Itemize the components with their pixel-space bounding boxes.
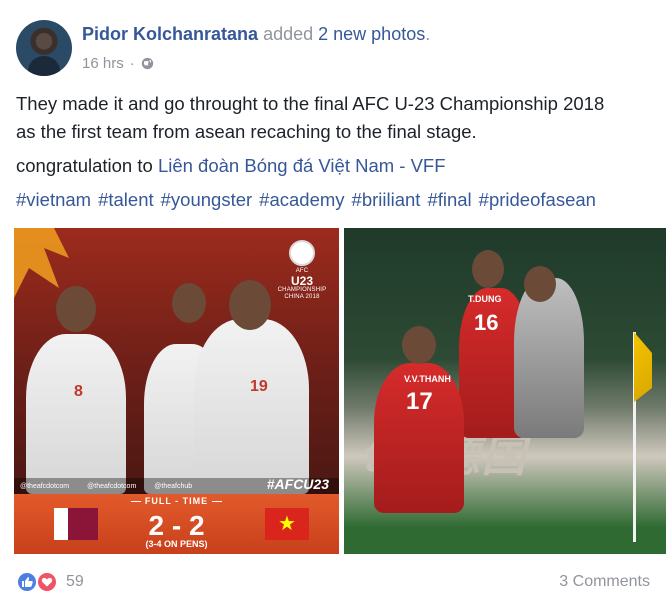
hashtag-list: #vietnam #talent #youngster #academy #br… [16, 186, 596, 214]
post-action: added 2 new photos. [263, 24, 430, 44]
photo-celebration-red[interactable]: tai 德国 T.DUNG 16 V.V.THANH 17 [344, 228, 666, 554]
afcu23-hashtag: #AFCU23 [266, 476, 329, 492]
hashtag-link[interactable]: #vietnam [16, 186, 91, 214]
goalkeeper [514, 278, 584, 438]
china-2018-text: CHINA 2018 [284, 294, 320, 300]
goalkeeper-head [524, 266, 556, 302]
comments-count-link[interactable]: 3 Comments [559, 573, 650, 591]
score-strip: FULL - TIME 2 - 2 (3-4 ON PENS) ★ [14, 494, 339, 554]
hashtag-link[interactable]: #talent [98, 186, 154, 214]
shirt-name-back: T.DUNG [468, 294, 502, 304]
social-handle: @theafchub [154, 482, 193, 490]
player-left-head [56, 286, 96, 332]
congrats-line: congratulation to Liên đoàn Bóng đá Việt… [16, 152, 446, 180]
player-right-head [229, 280, 271, 330]
action-prefix: added [263, 24, 314, 44]
action-suffix: . [425, 24, 431, 44]
reactions-count[interactable]: 59 [66, 573, 84, 591]
hashtag-link[interactable]: #prideofasean [479, 186, 596, 214]
player-front-head [402, 326, 436, 364]
thumbs-up-icon [16, 571, 38, 593]
hashtag-link[interactable]: #final [427, 186, 471, 214]
post-meta: 16 hrs · [82, 55, 154, 72]
post-body: They made it and go throught to the fina… [16, 90, 656, 146]
photos-link[interactable]: 2 new photos [318, 24, 425, 44]
post-timestamp[interactable]: 16 hrs [82, 55, 124, 72]
jersey-number-right: 19 [250, 378, 268, 395]
player-middle-head [172, 283, 206, 323]
player-left [26, 334, 126, 494]
ball-icon [289, 240, 315, 266]
player-front-red [374, 363, 464, 513]
jersey-number-left: 8 [74, 383, 83, 400]
photo-celebration-white[interactable]: AFC U23 CHAMPIONSHIP CHINA 2018 8 19 @th… [14, 228, 339, 554]
author-name-link[interactable]: Pidor Kolchanratana [82, 24, 258, 44]
corner-flag [634, 332, 652, 402]
afc-u23-logo: AFC U23 CHAMPIONSHIP CHINA 2018 [275, 240, 329, 301]
social-handle: @theafcdotcom [87, 482, 137, 490]
meta-separator: · [129, 55, 135, 72]
post-text-line-2: as the first team from asean recaching t… [16, 121, 477, 142]
penalty-score: (3-4 ON PENS) [145, 539, 208, 549]
post-header: Pidor Kolchanratana added 2 new photos. [82, 24, 430, 45]
shirt-name-front: V.V.THANH [404, 374, 451, 384]
vietnam-star: ★ [278, 513, 296, 535]
reactions-summary[interactable]: 59 [16, 571, 84, 593]
author-avatar[interactable] [16, 20, 72, 76]
player-back-head [472, 250, 504, 288]
hashtag-link[interactable]: #academy [259, 186, 344, 214]
post-footer: 59 3 Comments [16, 568, 650, 596]
hashtag-link[interactable]: #briiliant [352, 186, 421, 214]
full-time-label: FULL - TIME [14, 496, 339, 506]
social-handle: @theafcdotcom [20, 482, 70, 490]
vietnam-flag-icon: ★ [265, 508, 309, 540]
hashtag-link[interactable]: #youngster [161, 186, 253, 214]
globe-icon[interactable] [141, 57, 154, 70]
player-right [194, 319, 309, 494]
flame-graphic [14, 228, 69, 298]
tagged-page-link[interactable]: Liên đoàn Bóng đá Việt Nam - VFF [158, 155, 446, 176]
championship-text: CHAMPIONSHIP [277, 287, 327, 293]
post-text-line-1: They made it and go throught to the fina… [16, 93, 605, 114]
photo-grid: AFC U23 CHAMPIONSHIP CHINA 2018 8 19 @th… [14, 228, 666, 554]
u23-logo-text: U23 [290, 274, 313, 288]
shirt-number-front: 17 [406, 388, 433, 415]
congrats-prefix: congratulation to [16, 155, 153, 176]
shirt-number-back: 16 [474, 310, 499, 335]
heart-icon [36, 571, 58, 593]
